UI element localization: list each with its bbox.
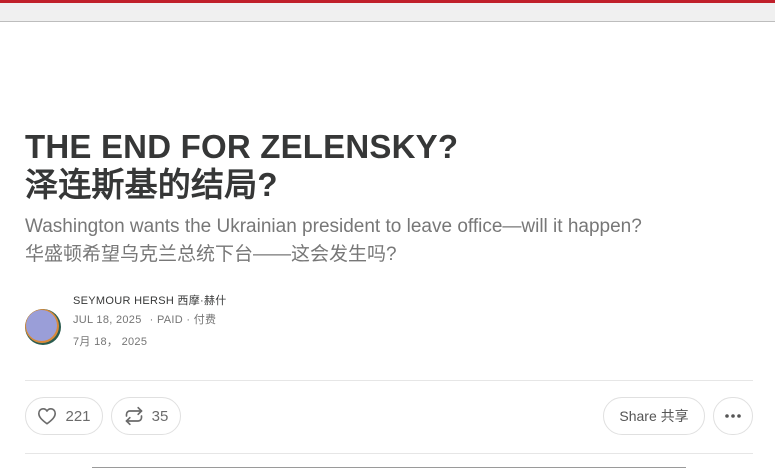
post-date-cn: 7月 18， 2025 xyxy=(73,336,148,348)
more-horizontal-icon xyxy=(724,413,742,419)
author-avatar[interactable] xyxy=(25,309,61,345)
share-button[interactable]: Share 共享 xyxy=(603,397,705,435)
post-subtitle: Washington wants the Ukrainian president… xyxy=(25,213,753,269)
byline-meta: SEYMOUR HERSH 西摩·赫什 JUL 18, 2025 · PAID ·… xyxy=(73,293,227,349)
post-subtitle-en: Washington wants the Ukrainian president… xyxy=(25,216,642,237)
restack-button[interactable]: 35 xyxy=(111,397,181,435)
post-date-line: JUL 18, 2025 · PAID · 付费 xyxy=(73,313,227,327)
heart-icon xyxy=(37,407,57,425)
post-actions: 221 35 Share 共享 xyxy=(25,397,753,437)
author-name[interactable]: SEYMOUR HERSH 西摩·赫什 xyxy=(73,293,227,309)
like-count: 221 xyxy=(65,407,91,425)
paid-badge: · PAID · 付费 xyxy=(149,314,217,326)
post-date: JUL 18, 2025 xyxy=(73,314,142,326)
browser-top-bar xyxy=(0,0,775,22)
content-top-edge xyxy=(92,467,686,468)
post-title-en: THE END FOR ZELENSKY? xyxy=(25,128,459,165)
divider-bottom xyxy=(25,453,753,454)
post-title-cn: 泽连斯基的结局? xyxy=(25,166,278,203)
restack-icon xyxy=(124,406,144,426)
byline: SEYMOUR HERSH 西摩·赫什 JUL 18, 2025 · PAID ·… xyxy=(25,293,425,355)
share-label: Share 共享 xyxy=(619,408,689,424)
post-subtitle-cn: 华盛顿希望乌克兰总统下台——这会发生吗? xyxy=(25,244,397,265)
like-button[interactable]: 221 xyxy=(25,397,103,435)
divider-top xyxy=(25,380,753,381)
restack-count: 35 xyxy=(151,407,169,425)
post-header: THE END FOR ZELENSKY? 泽连斯基的结局? Washingto… xyxy=(25,128,753,269)
more-button[interactable] xyxy=(713,397,753,435)
post-title: THE END FOR ZELENSKY? 泽连斯基的结局? xyxy=(25,128,753,204)
